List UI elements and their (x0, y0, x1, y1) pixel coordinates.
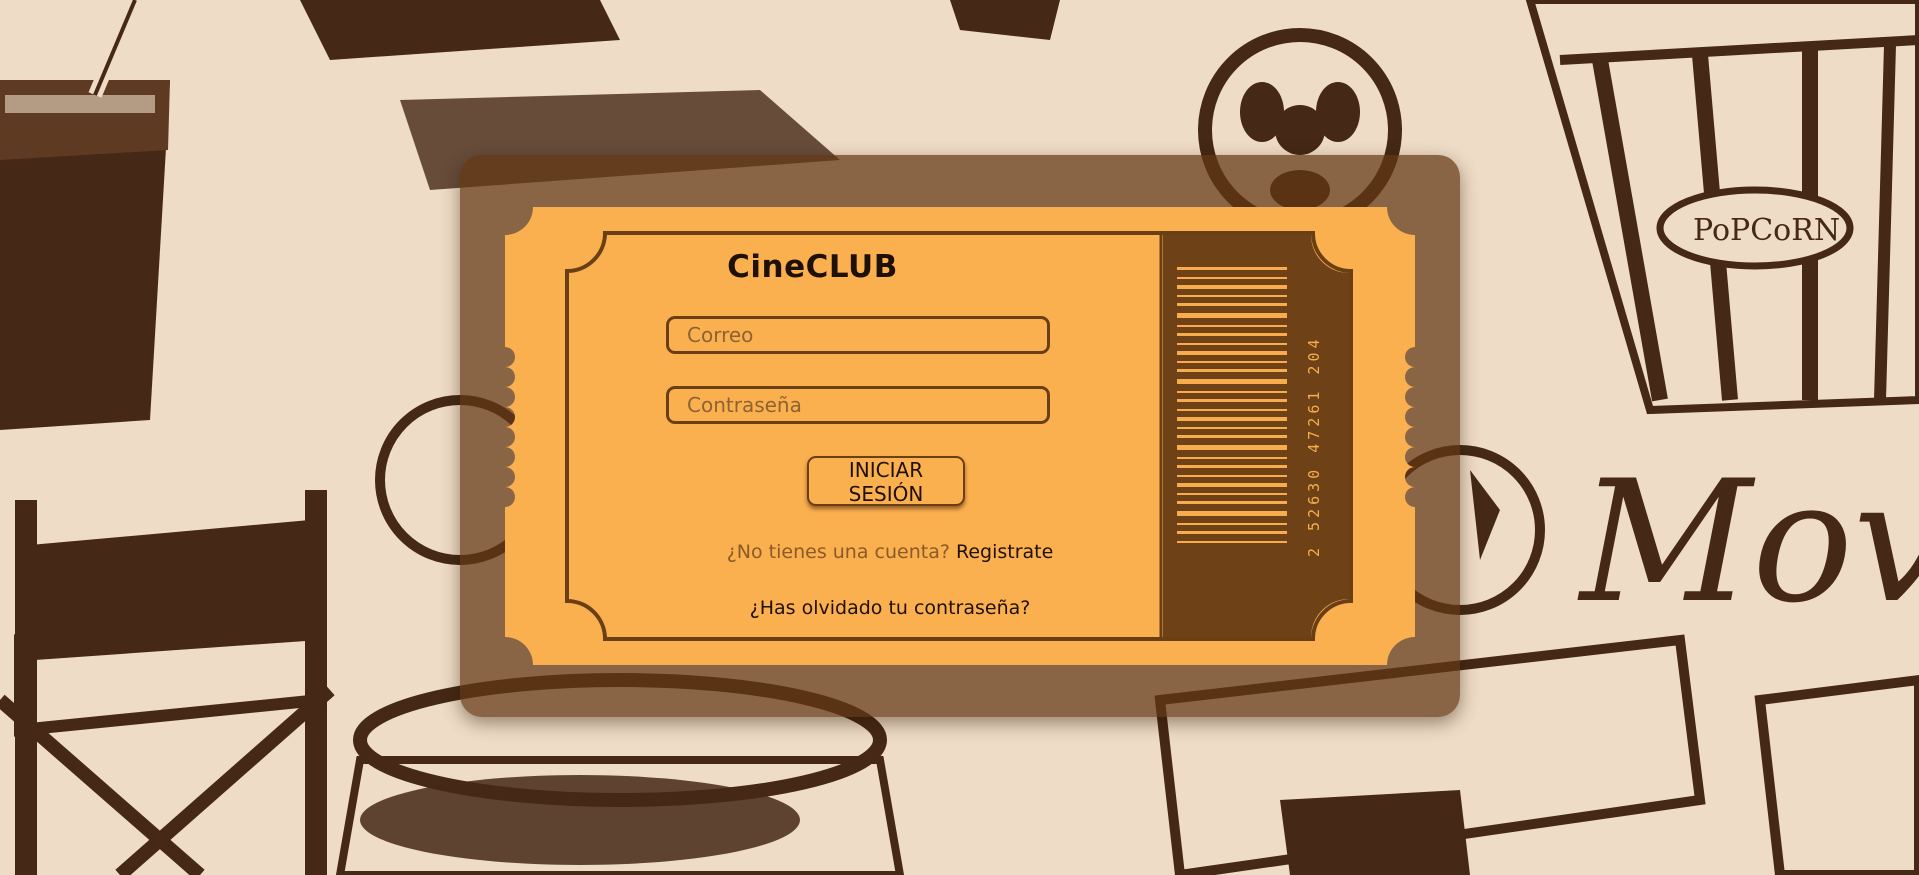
popcorn-label: PoPCoRN (1693, 213, 1840, 248)
app-title: CineCLUB (727, 249, 898, 285)
register-question: ¿No tienes una cuenta? (726, 541, 950, 563)
email-field[interactable] (666, 316, 1050, 354)
barcode-number: 2 52630 47261 204 (1285, 287, 1323, 567)
login-form: CineCLUB INICIAR SESIÓN ¿No tienes una c… (600, 207, 1053, 665)
register-link[interactable]: Registrate (956, 541, 1053, 563)
cinema-ticket: 2 52630 47261 204 CineCLUB INICIAR SESIÓ… (505, 207, 1415, 665)
barcode-number-text: 2 52630 47261 204 (1305, 335, 1323, 557)
movie-script-text: Movie (1577, 444, 1919, 640)
forgot-password-link[interactable]: ¿Has olvidado tu contraseña? (600, 597, 1180, 619)
password-field[interactable] (666, 386, 1050, 424)
register-prompt: ¿No tienes una cuenta? Registrate (600, 541, 1180, 563)
login-button[interactable]: INICIAR SESIÓN (807, 456, 965, 506)
login-card: 2 52630 47261 204 CineCLUB INICIAR SESIÓ… (460, 155, 1460, 717)
